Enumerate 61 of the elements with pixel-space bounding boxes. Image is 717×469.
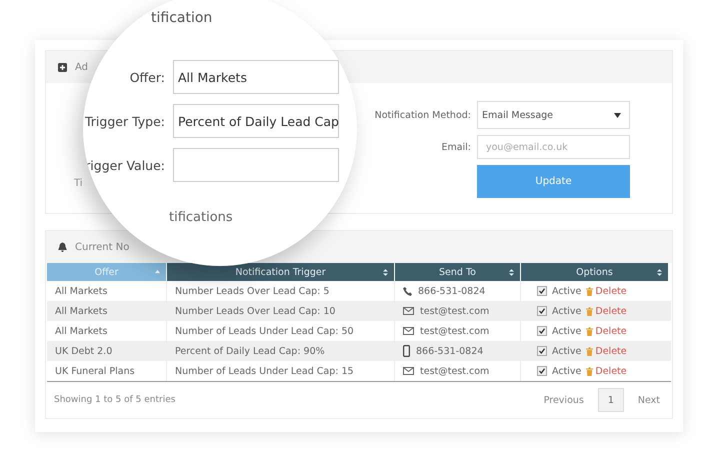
column-header[interactable]: Send To — [395, 263, 521, 281]
notification-method-select[interactable]: Email Message — [477, 101, 630, 129]
active-label: Active — [552, 306, 582, 316]
table-cell: UK Funeral Plans — [47, 361, 167, 381]
sort-icon — [383, 269, 388, 276]
recipient-text: 866-531-0824 — [418, 286, 486, 296]
recipient-text: test@test.com — [420, 366, 490, 376]
sort-icon — [657, 269, 662, 276]
phone-icon — [403, 286, 412, 296]
field-label: Trigger Type: — [84, 114, 165, 128]
panel-title: Current No — [75, 242, 130, 252]
active-checkbox[interactable] — [537, 326, 547, 336]
active-checkbox[interactable] — [537, 346, 547, 356]
mobile-phone-icon — [403, 345, 410, 357]
column-header[interactable]: Notification Trigger — [167, 263, 395, 281]
page-title: tification — [151, 10, 214, 26]
form-input[interactable]: Percent of Daily Lead Cap — [173, 104, 339, 138]
plus-square-icon — [58, 62, 67, 72]
active-checkbox[interactable] — [537, 366, 547, 376]
next-link[interactable]: Next — [634, 394, 664, 406]
delete-button[interactable]: Delete — [586, 346, 627, 356]
table-cell: Number of Leads Under Lead Cap: 15 — [167, 361, 395, 381]
section-title: tifications — [169, 210, 234, 225]
recipient-text: test@test.com — [420, 326, 490, 336]
active-label: Active — [552, 286, 582, 296]
trash-icon — [586, 286, 594, 296]
panel-title: Ad — [75, 62, 88, 72]
field-label: Notification Method: — [374, 110, 471, 120]
delete-button[interactable]: Delete — [586, 286, 627, 296]
recipient-text: test@test.com — [420, 306, 490, 316]
trash-icon — [586, 306, 594, 316]
sort-ascending-icon — [155, 269, 160, 274]
form-input[interactable] — [173, 148, 339, 182]
active-checkbox[interactable] — [537, 286, 547, 296]
envelope-icon — [403, 327, 414, 335]
active-label: Active — [552, 346, 582, 356]
recipient-text: 866-531-0824 — [416, 346, 484, 356]
field-label: Offer: — [128, 70, 165, 84]
trash-icon — [586, 366, 594, 376]
active-checkbox[interactable] — [537, 306, 547, 316]
email-input[interactable]: you@email.co.uk — [477, 135, 630, 159]
sort-icon — [509, 269, 514, 276]
form-input[interactable]: All Markets — [173, 60, 339, 94]
envelope-icon — [403, 307, 414, 315]
delete-button[interactable]: Delete — [586, 306, 627, 316]
update-button[interactable]: Update — [477, 165, 630, 198]
dropdown-caret-icon — [614, 112, 621, 118]
trash-icon — [586, 346, 594, 356]
active-label: Active — [552, 326, 582, 336]
delete-button[interactable]: Delete — [586, 366, 627, 376]
column-header[interactable]: Options — [521, 263, 669, 281]
active-label: Active — [552, 366, 582, 376]
field-label: Email: — [440, 142, 471, 152]
trash-icon — [586, 326, 594, 336]
bell-icon — [58, 242, 67, 252]
envelope-icon — [403, 367, 414, 375]
previous-link[interactable]: Previous — [540, 394, 588, 406]
field-label: Ti — [74, 178, 83, 189]
entries-info: Showing 1 to 5 of 5 entries — [54, 395, 176, 405]
delete-button[interactable]: Delete — [586, 326, 627, 336]
page-button[interactable]: 1 — [598, 388, 624, 412]
